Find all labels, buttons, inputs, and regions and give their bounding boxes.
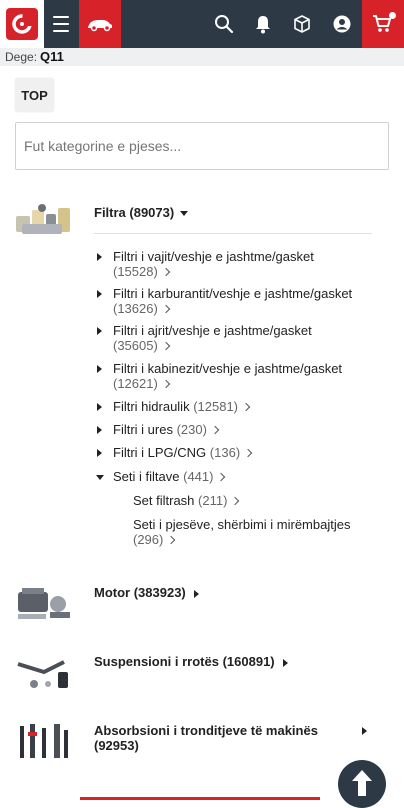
cart-badge (389, 12, 396, 19)
caret-right-icon (97, 403, 102, 411)
top-navigation-bar (0, 0, 404, 48)
caret-right-icon (282, 658, 288, 667)
category-suspension[interactable]: Suspensioni i rrotës (160891) (94, 654, 288, 669)
chevron-right-icon (161, 341, 171, 351)
caret-right-icon (97, 290, 102, 298)
category-divider (94, 233, 372, 234)
caret-right-icon (97, 426, 102, 434)
category-motor-label: Motor (383923) (94, 585, 186, 600)
logo[interactable] (0, 0, 44, 48)
filters-category-image (16, 204, 70, 234)
car-icon (88, 20, 112, 32)
category-suspension-label: Suspensioni i rrotës (160891) (94, 654, 275, 669)
subcategory-cabin-filter[interactable]: Filtri i kabinezit/veshje e jashtme/gask… (97, 361, 373, 391)
subcategory-filter-set[interactable]: Seti i filtave (441) (96, 469, 373, 484)
motor-category-image (18, 588, 70, 619)
caret-down-icon (96, 475, 104, 480)
vehicle-label: Dege: (5, 50, 38, 64)
autopjese-logo-icon (6, 8, 38, 40)
chevron-right-icon (243, 448, 253, 458)
top-button[interactable]: TOP (15, 78, 54, 112)
category-filtra-label: Filtra (89073) (94, 205, 175, 220)
shock-absorber-category-image (20, 724, 68, 758)
caret-right-icon (97, 449, 102, 457)
chevron-right-icon (241, 402, 251, 412)
suspension-category-image (17, 660, 68, 688)
subcategory-set-filtrash[interactable]: Set filtrash (211) (133, 493, 373, 508)
chevron-right-icon (161, 267, 171, 277)
vehicle-value: Q11 (40, 49, 64, 64)
caret-right-icon (362, 727, 367, 735)
category-search-input[interactable] (15, 122, 389, 170)
hamburger-icon[interactable] (47, 12, 75, 36)
user-icon[interactable] (330, 12, 354, 36)
chevron-right-icon (161, 379, 171, 389)
arrow-up-icon (352, 770, 372, 796)
vehicle-select-button[interactable] (79, 0, 121, 48)
category-filtra[interactable]: Filtra (89073) (94, 205, 189, 220)
subcategory-fuel-filter[interactable]: Filtri i karburantit/veshje e jashtme/ga… (97, 286, 373, 316)
chevron-right-icon (217, 472, 226, 482)
caret-down-icon (180, 211, 189, 217)
vehicle-info-bar: Dege: Q11 (0, 48, 404, 66)
bell-icon[interactable] (251, 12, 275, 36)
category-shock-absorption-label: Absorbsioni i tronditjeve të makinës (92… (94, 723, 318, 753)
subcategory-air-filter[interactable]: Filtri i ajrit/veshje e jashtme/gasket (3… (97, 323, 373, 353)
package-icon[interactable] (290, 12, 314, 36)
subcategory-hydraulic-filter[interactable]: Filtri hidraulik (12581) (97, 399, 373, 414)
cart-button[interactable] (362, 0, 404, 48)
chevron-right-icon (167, 535, 176, 545)
subcategory-service-kit[interactable]: Seti i pjesëve, shërbimi i mirëmbajtjes(… (133, 517, 373, 547)
caret-right-icon (97, 365, 102, 373)
chevron-right-icon (161, 304, 171, 314)
subcategory-urea-filter[interactable]: Filtri i ures (230) (97, 422, 373, 437)
caret-right-icon (97, 253, 102, 261)
subcategory-oil-filter[interactable]: Filtri i vajit/veshje e jashtme/gasket (1… (97, 249, 373, 279)
subcategory-lpg-filter[interactable]: Filtri i LPG/CNG (136) (97, 445, 373, 460)
caret-right-icon (97, 327, 102, 335)
chevron-right-icon (231, 496, 240, 506)
caret-right-icon (193, 589, 199, 598)
chevron-right-icon (210, 425, 220, 435)
category-motor[interactable]: Motor (383923) (94, 585, 199, 600)
scroll-to-top-button[interactable] (338, 760, 386, 808)
category-shock-absorption[interactable]: Absorbsioni i tronditjeve të makinës (92… (94, 723, 344, 753)
search-icon[interactable] (212, 12, 236, 36)
